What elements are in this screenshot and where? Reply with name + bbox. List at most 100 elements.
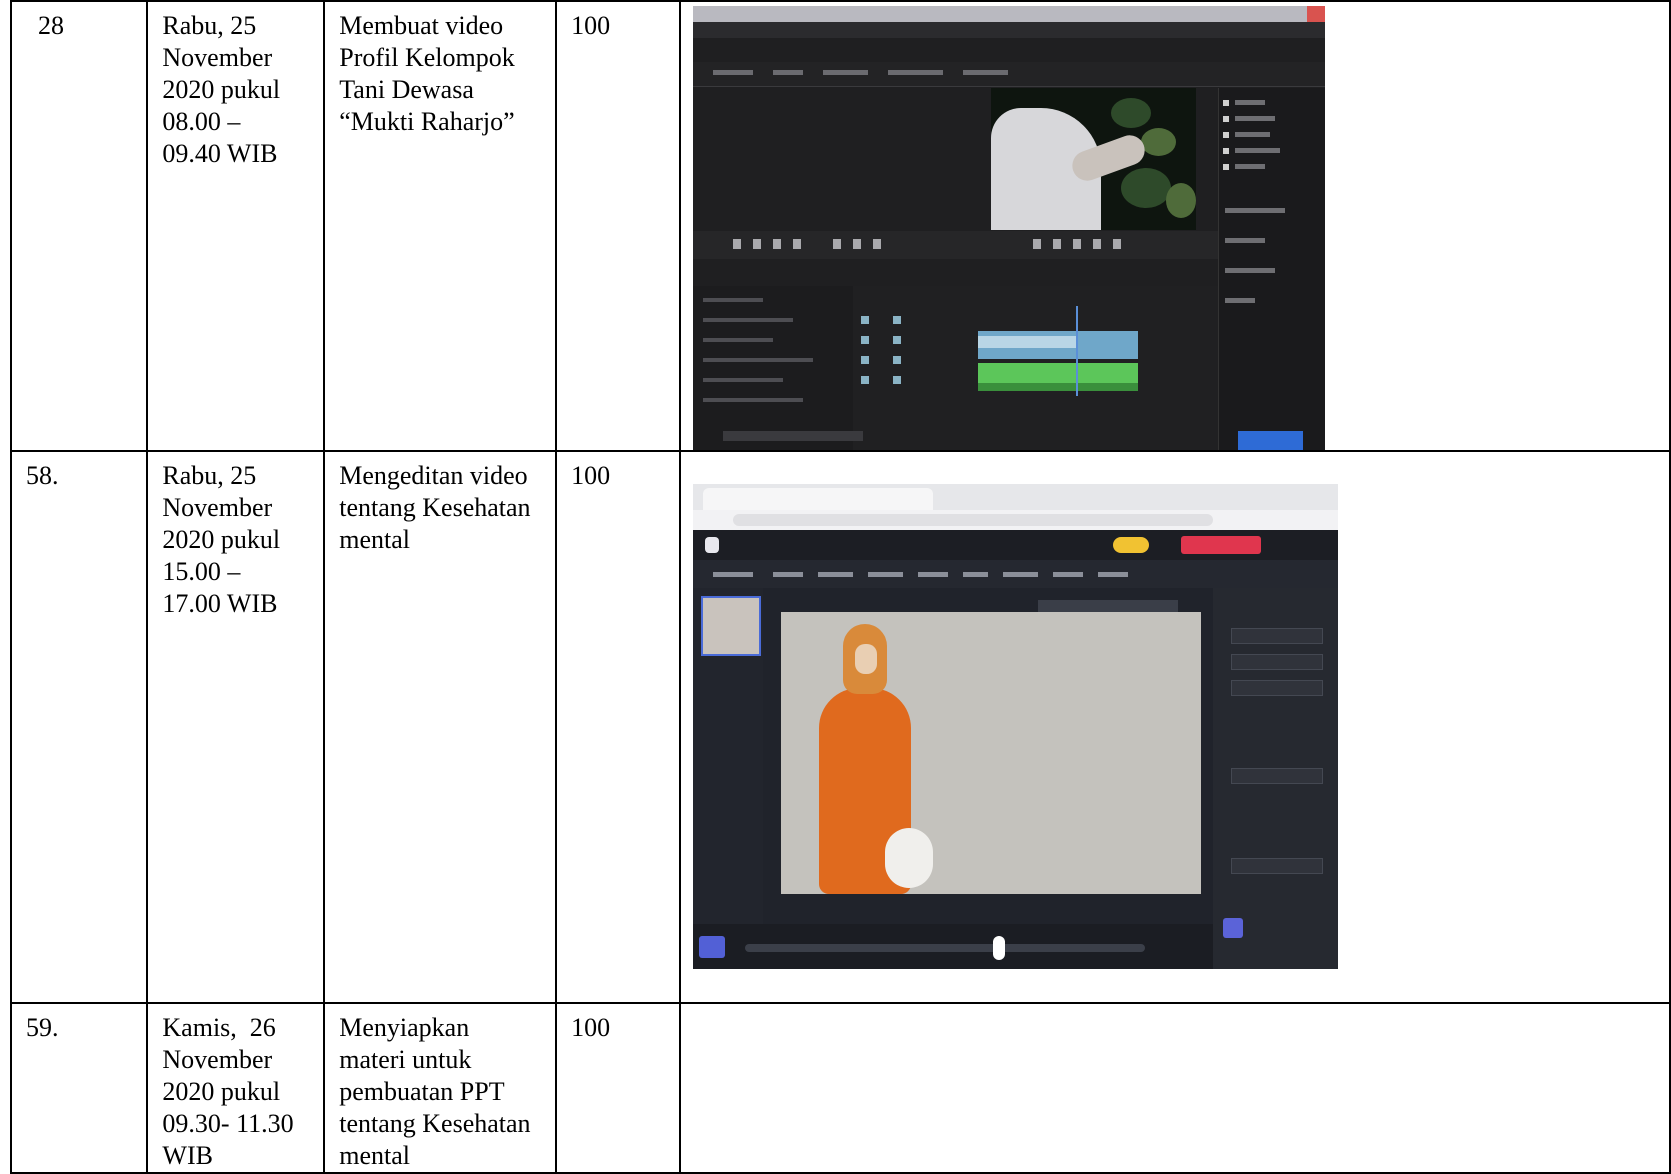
upgrade-badge[interactable]: [1112, 537, 1149, 553]
activity-line: tentang Kesehatan: [339, 1109, 531, 1138]
row-number-cell: 58.: [9, 450, 149, 1004]
step-back-icon[interactable]: [732, 239, 741, 249]
canvas-size-dropdown[interactable]: [1037, 600, 1178, 612]
workspace-tab: [772, 70, 803, 75]
activity-line: mental: [339, 1141, 410, 1170]
video-canvas: [780, 612, 1201, 894]
percent-cell: 100: [555, 450, 681, 1004]
audio-clip[interactable]: [977, 363, 1138, 383]
white-object-shape: [884, 828, 933, 888]
editor-toolbar: [692, 560, 1338, 588]
playhead[interactable]: [1075, 306, 1078, 396]
browser-tabstrip: [692, 484, 1338, 510]
out-point-icon[interactable]: [872, 239, 881, 249]
date-line: WIB: [162, 1141, 213, 1170]
toolbar-item[interactable]: [1002, 572, 1038, 577]
activity-line: Profil Kelompok: [339, 43, 515, 72]
table-row: 59. Kamis, 26 November 2020 pukul 09.30-…: [9, 1002, 1671, 1174]
forward-icon[interactable]: [792, 239, 801, 249]
rewind-icon[interactable]: [752, 239, 761, 249]
track-lock-icon[interactable]: [860, 376, 869, 384]
documentation-cell: [678, 1002, 1671, 1174]
activity-text: Membuat video Profil Kelompok Tani Dewas…: [325, 2, 555, 138]
track-lock-icon[interactable]: [860, 336, 869, 344]
track-lock-icon[interactable]: [860, 356, 869, 364]
date-line: 17.00 WIB: [162, 589, 278, 618]
percent-value: 100: [571, 1013, 611, 1042]
property-field[interactable]: [1230, 628, 1323, 644]
insert-icon[interactable]: [1092, 239, 1101, 249]
track-eye-icon[interactable]: [892, 336, 901, 344]
panel-line: [1234, 100, 1265, 105]
percent-cell: 100: [555, 1002, 681, 1174]
activity-line: Mengeditan video: [339, 461, 528, 490]
play-icon[interactable]: [698, 936, 725, 958]
browser-address-bar: [692, 510, 1338, 531]
timeline-scrubber[interactable]: [992, 936, 1005, 960]
activity-line: Menyiapkan: [339, 1013, 470, 1042]
panel-line: [1234, 148, 1280, 153]
browser-tab[interactable]: [702, 488, 933, 510]
toolbar-item[interactable]: [962, 572, 988, 577]
menu-bar: [692, 22, 1325, 38]
export-button[interactable]: [1180, 536, 1261, 554]
leaf-shape: [1140, 128, 1176, 156]
panel-line: [702, 358, 813, 362]
activity-line: “Mukti Raharjo”: [339, 107, 515, 136]
property-field[interactable]: [1230, 680, 1323, 696]
activity-cell: Menyiapkan materi untuk pembuatan PPT te…: [323, 1002, 558, 1174]
toolbar-item[interactable]: [712, 572, 753, 577]
lift-icon[interactable]: [1032, 239, 1041, 249]
video-clip-thumb: [977, 336, 1078, 348]
overwrite-icon[interactable]: [1112, 239, 1121, 249]
toolbar-item[interactable]: [1052, 572, 1083, 577]
date-line: 15.00 –: [162, 557, 241, 586]
audio-clip-wave: [977, 383, 1138, 391]
activity-cell: Mengeditan video tentang Kesehatan menta…: [323, 450, 558, 1004]
date-line: Rabu, 25: [162, 461, 257, 490]
extract-icon[interactable]: [1052, 239, 1061, 249]
toolbar-item[interactable]: [772, 572, 803, 577]
panel-line: [1234, 164, 1265, 169]
in-point-icon[interactable]: [852, 239, 861, 249]
percent-value: 100: [571, 461, 611, 490]
blue-action-button[interactable]: [1237, 431, 1303, 450]
app-header: [692, 530, 1338, 560]
properties-panel: [1212, 588, 1338, 969]
property-field[interactable]: [1230, 654, 1323, 670]
workspace-tab: [887, 70, 943, 75]
media-thumbnail[interactable]: [700, 596, 761, 656]
playback-timeline: [692, 924, 1213, 969]
date-line: November: [162, 43, 273, 72]
date-line: Rabu, 25: [162, 11, 257, 40]
timeline-track[interactable]: [744, 944, 1145, 952]
panel-line: [702, 298, 763, 302]
activity-line: pembuatan PPT: [339, 1077, 505, 1106]
date-line: 2020 pukul: [162, 75, 281, 104]
activity-text: Menyiapkan materi untuk pembuatan PPT te…: [325, 1004, 555, 1172]
toolbar-item[interactable]: [917, 572, 948, 577]
color-swatch[interactable]: [1222, 918, 1243, 938]
track-eye-icon[interactable]: [892, 376, 901, 384]
marker-icon[interactable]: [832, 239, 841, 249]
url-field[interactable]: [732, 514, 1213, 526]
property-field[interactable]: [1230, 768, 1323, 784]
track-eye-icon[interactable]: [892, 356, 901, 364]
play-icon[interactable]: [772, 239, 781, 249]
export-frame-icon[interactable]: [1072, 239, 1081, 249]
date-text: Rabu, 25 November 2020 pukul 15.00 – 17.…: [148, 452, 323, 620]
activity-line: materi untuk: [339, 1045, 472, 1074]
track-lock-icon[interactable]: [860, 316, 869, 324]
media-sidebar: [692, 588, 763, 969]
leaf-shape: [1165, 183, 1196, 218]
toolbar-item[interactable]: [1097, 572, 1128, 577]
folder-icon: [1222, 164, 1229, 170]
toolbar-item[interactable]: [817, 572, 853, 577]
program-monitor-preview: [990, 88, 1196, 230]
track-eye-icon[interactable]: [892, 316, 901, 324]
leaf-shape: [1120, 168, 1171, 208]
date-line: November: [162, 493, 273, 522]
toolbar-item[interactable]: [867, 572, 903, 577]
panel-line: [702, 378, 783, 382]
property-field[interactable]: [1230, 858, 1323, 874]
